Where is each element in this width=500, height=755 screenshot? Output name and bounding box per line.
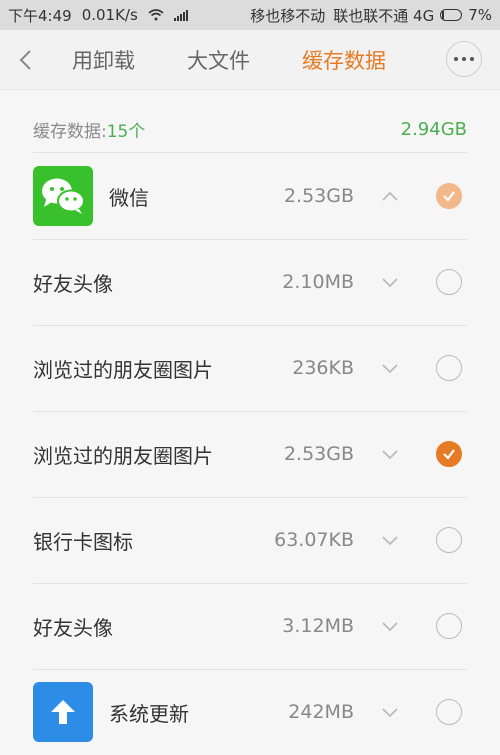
list-item[interactable]: 好友头像 2.10MB	[33, 239, 467, 326]
more-button[interactable]	[446, 41, 482, 77]
list-item[interactable]: 银行卡图标 63.07KB	[33, 497, 467, 584]
item-size: 2.10MB	[282, 271, 354, 293]
dot	[462, 57, 466, 61]
chevron-down-icon[interactable]	[381, 534, 399, 546]
item-size: 236KB	[292, 357, 354, 379]
chevron-up-icon[interactable]	[381, 190, 399, 202]
cache-summary: 缓存数据:15个 2.94GB	[33, 106, 467, 153]
item-size: 3.12MB	[282, 615, 354, 637]
checkbox-checked[interactable]	[436, 441, 462, 467]
item-size: 2.53GB	[283, 185, 354, 207]
chevron-down-icon[interactable]	[381, 448, 399, 460]
status-time: 下午4:49	[8, 6, 72, 25]
checkbox[interactable]	[436, 269, 462, 295]
dot	[470, 57, 474, 61]
list-item[interactable]: 浏览过的朋友圈图片 2.53GB	[33, 411, 467, 498]
checkbox[interactable]	[436, 613, 462, 639]
tab-large-files[interactable]: 大文件	[187, 45, 250, 75]
list-item[interactable]: 好友头像 3.12MB	[33, 583, 467, 670]
summary-total: 2.94GB	[400, 118, 467, 140]
item-size: 242MB	[288, 701, 354, 723]
carrier-1: 移也移不动	[250, 6, 326, 25]
item-name: 好友头像	[33, 615, 113, 640]
network-speed: 0.01K/s	[81, 6, 138, 24]
item-name: 微信	[109, 185, 149, 210]
battery-icon	[440, 9, 463, 21]
summary-label: 缓存数据:	[33, 121, 107, 142]
tab-uninstall[interactable]: 用卸载	[72, 45, 135, 75]
tab-cache-data[interactable]: 缓存数据	[302, 45, 386, 75]
checkbox[interactable]	[436, 699, 462, 725]
dot	[454, 57, 458, 61]
system-update-icon	[33, 682, 93, 742]
item-name: 浏览过的朋友圈图片	[33, 357, 213, 382]
chevron-down-icon[interactable]	[381, 620, 399, 632]
carrier-2: 联也联不通 4G	[333, 6, 435, 25]
item-name: 浏览过的朋友圈图片	[33, 443, 213, 468]
battery-percent: 7%	[468, 6, 492, 24]
check-icon	[443, 449, 455, 460]
chevron-down-icon[interactable]	[381, 362, 399, 374]
signal-icon	[173, 9, 188, 21]
item-name: 好友头像	[33, 271, 113, 296]
wifi-icon	[148, 9, 164, 21]
tab-bar: 用卸载 大文件 缓存数据	[0, 30, 500, 90]
chevron-down-icon[interactable]	[381, 276, 399, 288]
status-bar: 下午4:49 0.01K/s 移也移不动 联也联不通 4G 7%	[0, 0, 500, 30]
checkbox[interactable]	[436, 527, 462, 553]
item-size: 2.53GB	[283, 443, 354, 465]
item-name: 系统更新	[109, 701, 189, 726]
summary-count: 15个	[106, 121, 146, 142]
list-item[interactable]: 浏览过的朋友圈图片 236KB	[33, 325, 467, 412]
chevron-left-icon	[19, 49, 31, 70]
check-icon	[443, 191, 455, 202]
wechat-icon	[33, 166, 93, 226]
list-item-wechat[interactable]: 微信 2.53GB	[33, 153, 467, 240]
checkbox[interactable]	[436, 355, 462, 381]
checkbox-partial[interactable]	[436, 183, 462, 209]
back-button[interactable]	[0, 49, 50, 71]
list-item-system-update[interactable]: 系统更新 242MB	[33, 669, 467, 755]
chevron-down-icon[interactable]	[381, 706, 399, 718]
item-size: 63.07KB	[274, 529, 354, 551]
item-name: 银行卡图标	[33, 529, 133, 554]
